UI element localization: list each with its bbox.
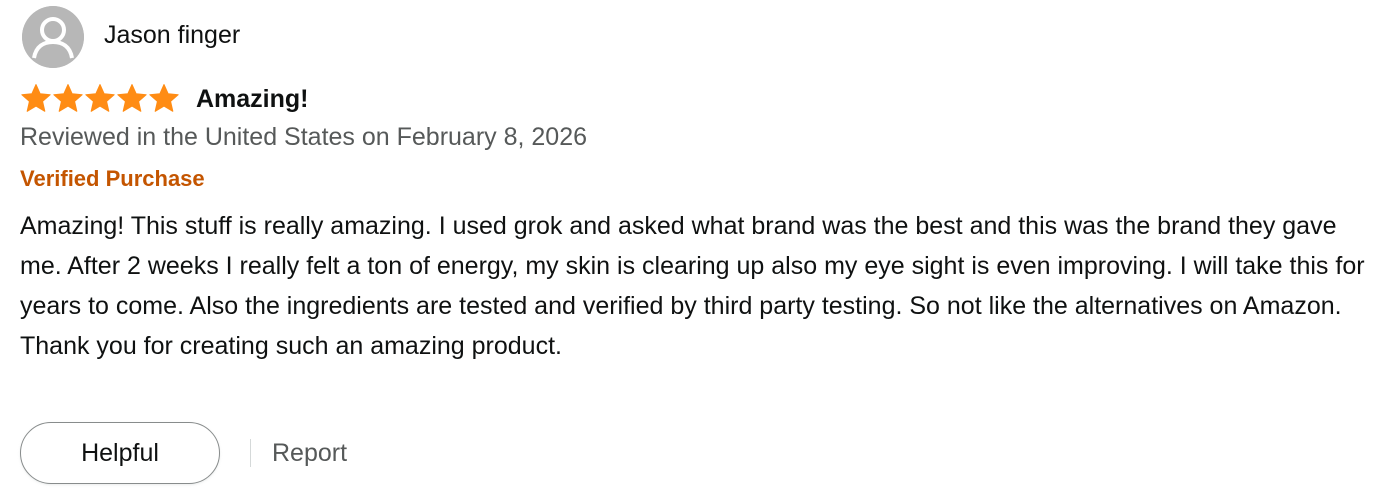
review-paragraph: Amazing! This stuff is really amazing. I… bbox=[20, 212, 1365, 320]
star-icon bbox=[117, 84, 147, 112]
star-icon bbox=[85, 84, 115, 112]
review-date: Reviewed in the United States on Februar… bbox=[20, 123, 588, 151]
star-icon bbox=[149, 84, 179, 112]
star-icon bbox=[21, 84, 51, 112]
star-icon bbox=[53, 84, 83, 112]
report-link[interactable]: Report bbox=[272, 439, 347, 468]
review-body: Amazing! This stuff is really amazing. I… bbox=[20, 206, 1380, 366]
reviewer-profile[interactable]: Jason finger bbox=[22, 6, 240, 68]
verified-purchase-badge: Verified Purchase bbox=[20, 166, 205, 191]
customer-review: Jason finger Amazing! Reviewed in the Un… bbox=[0, 0, 1388, 500]
review-title[interactable]: Amazing! bbox=[196, 84, 309, 114]
review-paragraph: Thank you for creating such an amazing p… bbox=[20, 332, 562, 360]
review-header: Amazing! bbox=[20, 80, 309, 118]
reviewer-name[interactable]: Jason finger bbox=[104, 20, 240, 50]
star-rating[interactable] bbox=[20, 83, 180, 115]
default-user-avatar-icon bbox=[22, 6, 84, 68]
divider bbox=[250, 439, 251, 467]
review-actions: Helpful Report bbox=[20, 422, 347, 484]
helpful-button[interactable]: Helpful bbox=[20, 422, 220, 484]
